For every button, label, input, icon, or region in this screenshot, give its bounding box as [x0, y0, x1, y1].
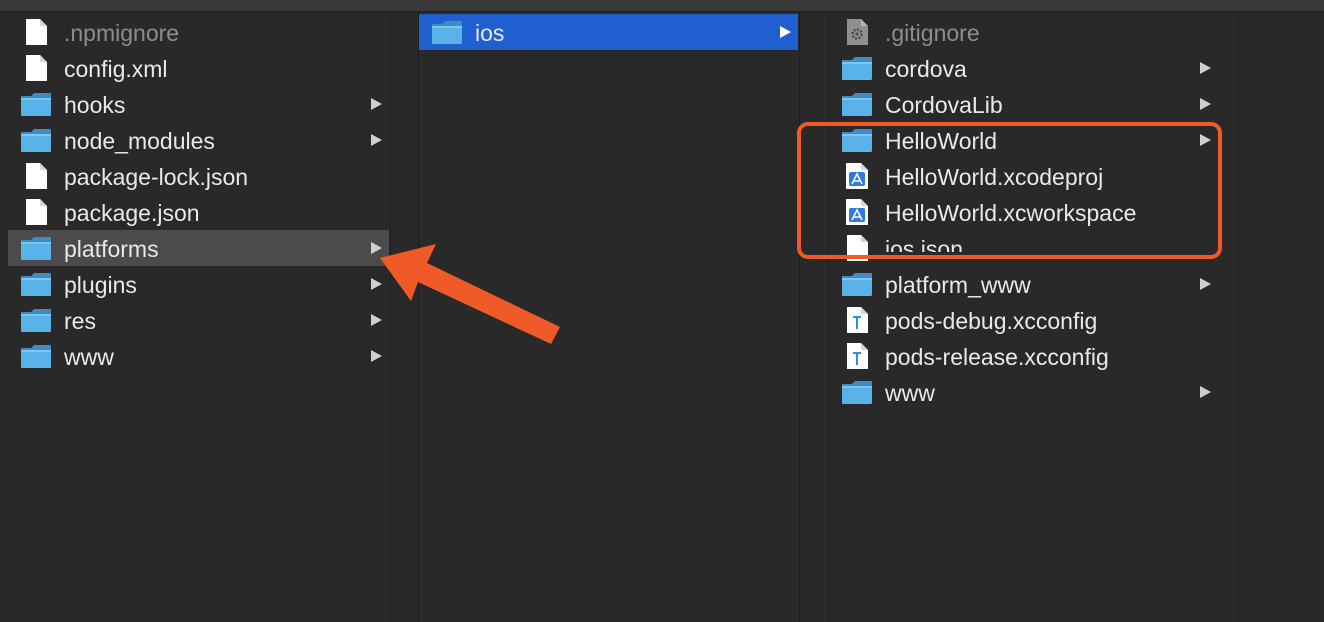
item-label: HelloWorld.xcworkspace	[885, 200, 1137, 226]
browser-column-root[interactable]: .npmignore config.xml hooks node_modulespac…	[8, 12, 389, 622]
chevron-right-icon[interactable]	[370, 277, 383, 291]
item-label: platform_www	[885, 272, 1031, 298]
folder-icon	[21, 345, 51, 368]
folder-icon	[842, 57, 872, 80]
column-divider	[418, 12, 419, 622]
document-icon	[26, 19, 47, 45]
chevron-right-icon[interactable]	[1199, 133, 1212, 147]
folder-item[interactable]: hooks	[8, 86, 389, 122]
chevron-right-icon[interactable]	[1199, 97, 1212, 111]
folder-item[interactable]: www	[829, 374, 1218, 410]
chevron-right-icon[interactable]	[1199, 277, 1212, 291]
item-label: res	[64, 308, 96, 334]
folder-icon	[21, 129, 51, 152]
folder-item[interactable]: cordova	[829, 50, 1218, 86]
item-label: package.json	[64, 200, 200, 226]
folder-icon	[842, 273, 872, 296]
item-label: www	[64, 344, 114, 370]
document-icon	[847, 235, 868, 261]
file-item[interactable]: package-lock.json	[8, 158, 389, 194]
window-top-bar	[0, 0, 1324, 12]
chevron-right-icon[interactable]	[1199, 385, 1212, 399]
browser-column-ios[interactable]: .gitignore cordova CordovaLib HelloWorld Hel…	[829, 12, 1218, 622]
item-label: HelloWorld	[885, 128, 998, 154]
column-divider[interactable]	[1238, 12, 1239, 622]
file-item[interactable]: pods-release.xcconfig	[829, 338, 1218, 374]
chevron-right-icon[interactable]	[370, 313, 383, 327]
folder-item[interactable]: ios	[419, 14, 798, 50]
folder-icon	[21, 273, 51, 296]
xcode-project-icon	[846, 163, 868, 189]
item-label: package-lock.json	[64, 164, 249, 190]
column-divider[interactable]	[799, 12, 800, 622]
folder-icon	[842, 129, 872, 152]
folder-icon	[842, 381, 872, 404]
xcconfig-file-icon	[847, 343, 868, 369]
folder-item[interactable]: res	[8, 302, 389, 338]
folder-item[interactable]: HelloWorld	[829, 122, 1218, 158]
file-item[interactable]: ios.json	[829, 230, 1218, 266]
file-item[interactable]: .gitignore	[829, 14, 1218, 50]
folder-item[interactable]: plugins	[8, 266, 389, 302]
item-label: plugins	[64, 272, 137, 298]
item-label: cordova	[885, 56, 967, 82]
document-icon	[26, 199, 47, 225]
document-icon	[26, 163, 47, 189]
item-label: .gitignore	[885, 20, 980, 46]
file-item[interactable]: .npmignore	[8, 14, 389, 50]
item-label: pods-release.xcconfig	[885, 344, 1109, 370]
xcode-project-icon	[846, 199, 868, 225]
xcconfig-file-icon	[847, 307, 868, 333]
column-divider[interactable]	[390, 12, 391, 622]
document-icon	[26, 55, 47, 81]
folder-icon	[842, 93, 872, 116]
folder-item[interactable]: www	[8, 338, 389, 374]
item-label: CordovaLib	[885, 92, 1003, 118]
folder-item[interactable]: platform_www	[829, 266, 1218, 302]
file-item[interactable]: pods-debug.xcconfig	[829, 302, 1218, 338]
item-label: www	[885, 380, 935, 406]
file-item[interactable]: HelloWorld.xcodeproj	[829, 158, 1218, 194]
folder-item[interactable]: CordovaLib	[829, 86, 1218, 122]
item-label: .npmignore	[64, 20, 180, 46]
column-divider	[828, 12, 829, 622]
item-label: node_modules	[64, 128, 215, 154]
item-label: platforms	[64, 236, 159, 262]
chevron-right-icon[interactable]	[779, 25, 792, 39]
browser-column-platforms[interactable]: ios	[419, 12, 798, 622]
file-item[interactable]: package.json	[8, 194, 389, 230]
folder-item[interactable]: node_modules	[8, 122, 389, 158]
file-item[interactable]: HelloWorld.xcworkspace	[829, 194, 1218, 230]
chevron-right-icon[interactable]	[370, 241, 383, 255]
item-label: ios	[475, 20, 505, 46]
item-label: hooks	[64, 92, 126, 118]
chevron-right-icon[interactable]	[370, 97, 383, 111]
chevron-right-icon[interactable]	[370, 349, 383, 363]
item-label: HelloWorld.xcodeproj	[885, 164, 1104, 190]
chevron-right-icon[interactable]	[370, 133, 383, 147]
file-item[interactable]: config.xml	[8, 50, 389, 86]
item-label: pods-debug.xcconfig	[885, 308, 1098, 334]
folder-icon	[21, 93, 51, 116]
item-label: ios.json	[885, 236, 963, 252]
folder-icon	[21, 309, 51, 332]
folder-icon	[21, 237, 51, 260]
chevron-right-icon[interactable]	[1199, 61, 1212, 75]
folder-icon	[432, 21, 462, 44]
config-file-icon	[847, 19, 868, 45]
item-label: config.xml	[64, 56, 168, 82]
folder-item[interactable]: platforms	[8, 230, 389, 266]
